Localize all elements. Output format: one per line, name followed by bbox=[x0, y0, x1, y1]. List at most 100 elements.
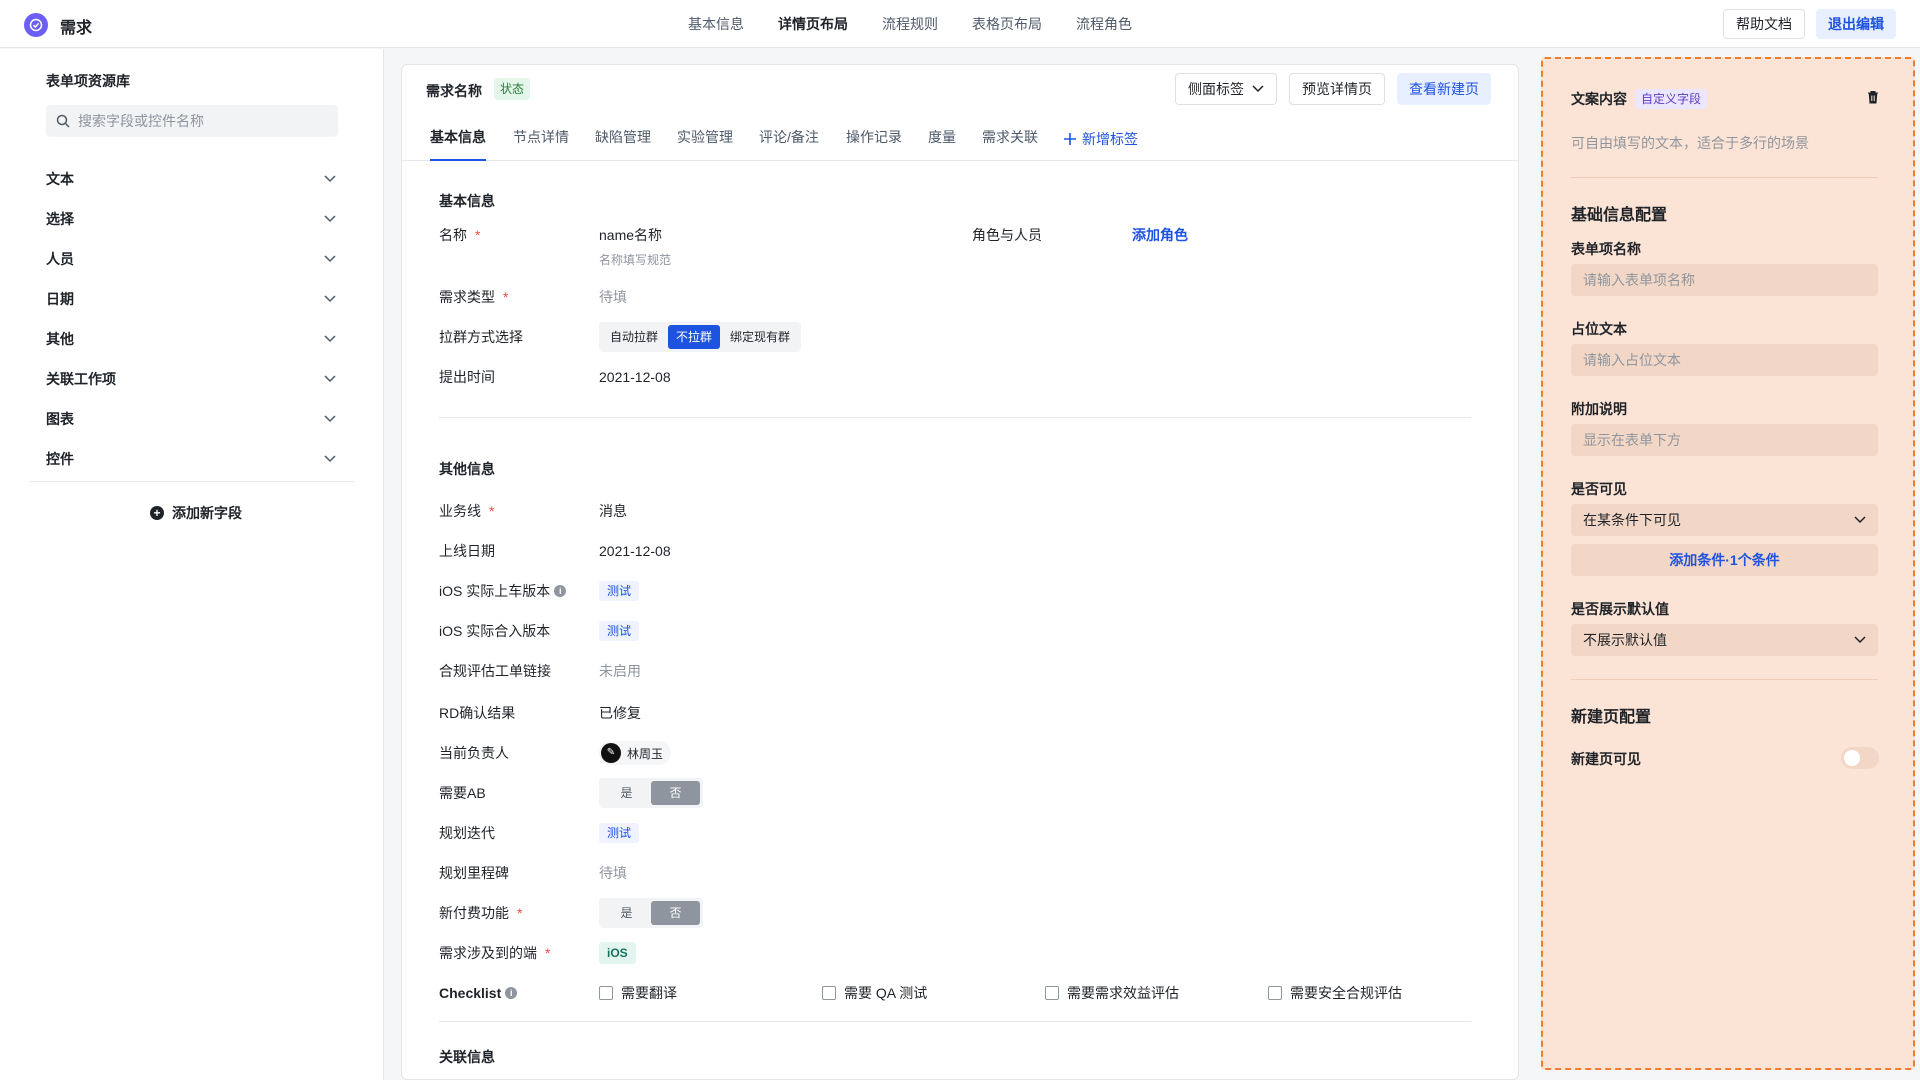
field-label-text: 拉群方式选择 bbox=[439, 329, 523, 345]
field-row-type[interactable]: 需求类型 * 待填 bbox=[439, 285, 1479, 309]
field-library-sidebar: 表单项资源库 文本 选择 人员 日期 其他 关联工作项 图表 控件 + 添加新字… bbox=[0, 49, 384, 1080]
tab-defects[interactable]: 缺陷管理 bbox=[595, 117, 651, 161]
exit-edit-button[interactable]: 退出编辑 bbox=[1816, 9, 1896, 39]
card-title: 需求名称 bbox=[426, 83, 482, 99]
checkbox-box[interactable] bbox=[599, 986, 613, 1000]
field-row-name[interactable]: 名称 * name名称 角色与人员 添加角色 bbox=[439, 223, 1479, 247]
new-page-visible-toggle[interactable] bbox=[1841, 747, 1879, 769]
sidebar-item-date[interactable]: 日期 bbox=[46, 279, 336, 319]
add-role-link[interactable]: 添加角色 bbox=[1132, 225, 1188, 245]
chevron-down-icon bbox=[324, 335, 336, 343]
field-value: ✎ 林周玉 bbox=[599, 741, 672, 765]
side-tab-dropdown[interactable]: 侧面标签 bbox=[1175, 73, 1277, 105]
iteration-chip: 测试 bbox=[599, 823, 640, 843]
option-yes[interactable]: 是 bbox=[602, 781, 651, 805]
placeholder-input[interactable] bbox=[1571, 344, 1878, 376]
nav-flow-rules[interactable]: 流程规则 bbox=[882, 0, 938, 48]
checkbox-security[interactable]: 需要安全合规评估 bbox=[1268, 983, 1491, 1003]
form-item-name-input[interactable] bbox=[1571, 264, 1878, 296]
checkbox-box[interactable] bbox=[1268, 986, 1282, 1000]
option-no-selected[interactable]: 否 bbox=[651, 901, 700, 925]
help-docs-button[interactable]: 帮助文档 bbox=[1723, 9, 1805, 39]
info-icon[interactable]: i bbox=[554, 585, 567, 597]
preview-detail-button[interactable]: 预览详情页 bbox=[1289, 73, 1385, 105]
view-new-page-button[interactable]: 查看新建页 bbox=[1397, 73, 1491, 105]
add-field-button[interactable]: + 添加新字段 bbox=[150, 503, 242, 523]
search-icon bbox=[56, 114, 70, 128]
field-label-text: 新付费功能 bbox=[439, 905, 509, 921]
sidebar-item-label: 人员 bbox=[46, 251, 74, 267]
tab-experiments[interactable]: 实验管理 bbox=[677, 117, 733, 161]
checkbox-box[interactable] bbox=[1045, 986, 1059, 1000]
checkbox-label: 需要需求效益评估 bbox=[1067, 985, 1179, 1001]
field-row-ios-car[interactable]: iOS 实际上车版本 i 测试 bbox=[439, 579, 1479, 603]
field-row-milestone[interactable]: 规划里程碑 待填 bbox=[439, 861, 1479, 885]
required-mark: * bbox=[545, 945, 551, 961]
search-input[interactable] bbox=[78, 113, 318, 129]
extra-note-input[interactable] bbox=[1571, 424, 1878, 456]
sidebar-item-label: 关联工作项 bbox=[46, 371, 116, 387]
field-label: 业务线 * bbox=[439, 501, 494, 521]
segment-option[interactable]: 绑定现有群 bbox=[722, 325, 798, 349]
tab-comments[interactable]: 评论/备注 bbox=[759, 117, 819, 161]
checkbox-box[interactable] bbox=[822, 986, 836, 1000]
section-title-basic: 基本信息 bbox=[439, 193, 495, 209]
field-row-business[interactable]: 业务线 * 消息 bbox=[439, 499, 1479, 523]
field-row-owner[interactable]: 当前负责人 ✎ 林周玉 bbox=[439, 741, 1479, 765]
field-value: 未启用 bbox=[599, 663, 641, 679]
nav-table-layout[interactable]: 表格页布局 bbox=[972, 0, 1042, 48]
field-label-text: 规划迭代 bbox=[439, 825, 495, 841]
nav-basic-info[interactable]: 基本信息 bbox=[688, 0, 744, 48]
field-value: 待填 bbox=[599, 289, 627, 305]
add-condition-button[interactable]: 添加条件·1个条件 bbox=[1571, 544, 1878, 576]
sidebar-item-related[interactable]: 关联工作项 bbox=[46, 359, 336, 399]
sidebar-item-chart[interactable]: 图表 bbox=[46, 399, 336, 439]
checkbox-benefit[interactable]: 需要需求效益评估 bbox=[1045, 983, 1268, 1003]
group-mode-segmented: 自动拉群 不拉群 绑定现有群 bbox=[599, 322, 802, 352]
trash-icon[interactable] bbox=[1865, 89, 1881, 105]
section-title-related: 关联信息 bbox=[439, 1049, 495, 1065]
required-mark: * bbox=[517, 905, 523, 921]
default-value-select[interactable]: 不展示默认值 bbox=[1571, 624, 1878, 656]
segment-option[interactable]: 自动拉群 bbox=[602, 325, 666, 349]
sidebar-item-select[interactable]: 选择 bbox=[46, 199, 336, 239]
info-icon[interactable]: i bbox=[505, 987, 518, 999]
nav-flow-roles[interactable]: 流程角色 bbox=[1076, 0, 1132, 48]
sidebar-item-text[interactable]: 文本 bbox=[46, 159, 336, 199]
checkbox-qa[interactable]: 需要 QA 测试 bbox=[822, 983, 1045, 1003]
field-row-compliance[interactable]: 合规评估工单链接 未启用 bbox=[439, 659, 1479, 683]
segment-option-selected[interactable]: 不拉群 bbox=[668, 325, 721, 349]
field-row-time[interactable]: 提出时间 2021-12-08 bbox=[439, 365, 1479, 389]
chevron-down-icon bbox=[324, 255, 336, 263]
field-row-ios-merge[interactable]: iOS 实际合入版本 测试 bbox=[439, 619, 1479, 643]
sidebar-item-control[interactable]: 控件 bbox=[46, 439, 336, 479]
field-label-text: 当前负责人 bbox=[439, 745, 509, 761]
field-row-online-date[interactable]: 上线日期 2021-12-08 bbox=[439, 539, 1479, 563]
app-logo-icon[interactable] bbox=[24, 13, 48, 37]
nav-detail-layout[interactable]: 详情页布局 bbox=[778, 0, 848, 48]
tab-node-detail[interactable]: 节点详情 bbox=[513, 117, 569, 161]
checkbox-translate[interactable]: 需要翻译 bbox=[599, 983, 822, 1003]
option-yes[interactable]: 是 bbox=[602, 901, 651, 925]
field-row-group: 拉群方式选择 自动拉群 不拉群 绑定现有群 bbox=[439, 322, 1479, 352]
add-field-label: 添加新字段 bbox=[172, 505, 242, 521]
owner-chip[interactable]: ✎ 林周玉 bbox=[599, 741, 672, 765]
tab-operation-log[interactable]: 操作记录 bbox=[846, 117, 902, 161]
field-row-iteration[interactable]: 规划迭代 测试 bbox=[439, 821, 1479, 845]
tab-relations[interactable]: 需求关联 bbox=[982, 117, 1038, 161]
sidebar-item-other[interactable]: 其他 bbox=[46, 319, 336, 359]
visible-select[interactable]: 在某条件下可见 bbox=[1571, 504, 1878, 536]
tab-basic-info[interactable]: 基本信息 bbox=[430, 117, 486, 161]
sidebar-item-person[interactable]: 人员 bbox=[46, 239, 336, 279]
field-row-platform[interactable]: 需求涉及到的端 * iOS bbox=[439, 941, 1479, 965]
plus-icon bbox=[1064, 133, 1076, 145]
option-no-selected[interactable]: 否 bbox=[651, 781, 700, 805]
add-tab-button[interactable]: 新增标签 bbox=[1064, 117, 1138, 161]
tab-metrics[interactable]: 度量 bbox=[928, 117, 956, 161]
field-label: 新付费功能 * bbox=[439, 903, 522, 923]
field-row-rd[interactable]: RD确认结果 已修复 bbox=[439, 701, 1479, 725]
visible-select-value: 在某条件下可见 bbox=[1583, 512, 1681, 528]
chevron-down-icon bbox=[324, 215, 336, 223]
sidebar-search[interactable] bbox=[46, 105, 338, 137]
basic-config-title: 基础信息配置 bbox=[1571, 207, 1668, 224]
